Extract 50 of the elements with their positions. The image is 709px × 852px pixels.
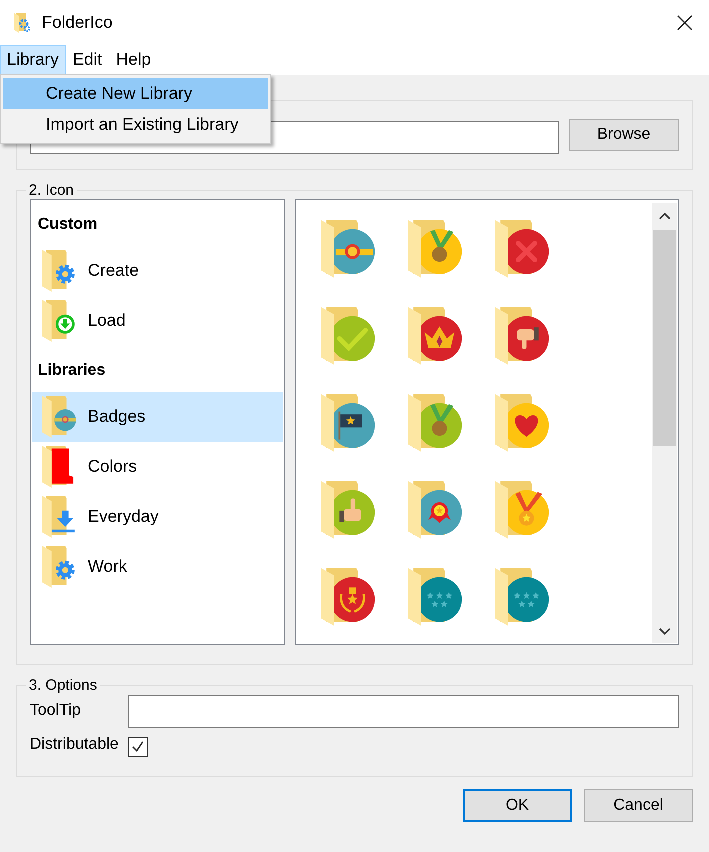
flag-folder-icon[interactable]	[321, 393, 377, 453]
group-title: 3. Options	[28, 677, 98, 694]
menu-option[interactable]: Create New Library	[3, 78, 268, 109]
medal-folder-icon[interactable]	[408, 393, 464, 453]
arrow-folder-icon	[42, 496, 78, 538]
browse-button[interactable]: Browse	[569, 119, 679, 151]
download-folder-icon	[42, 300, 78, 342]
rosette-folder-icon[interactable]	[321, 219, 377, 279]
section-header: Libraries	[37, 361, 107, 381]
thumb-up-folder-icon[interactable]	[321, 480, 377, 540]
thumb-down-folder-icon[interactable]	[495, 306, 551, 366]
menu-option[interactable]: Import an Existing Library	[3, 109, 268, 140]
heart-folder-icon[interactable]	[495, 393, 551, 453]
folder-gear-icon	[14, 12, 30, 32]
tooltip-label: ToolTip	[30, 702, 82, 720]
stars-folder-icon[interactable]	[495, 567, 551, 627]
group-title: 2. Icon	[28, 182, 76, 199]
checkbox[interactable]	[128, 737, 148, 757]
crown-folder-icon[interactable]	[408, 306, 464, 366]
check-icon	[131, 740, 145, 754]
list-item[interactable]: Badges	[32, 392, 283, 442]
star-medal-folder-icon[interactable]	[495, 480, 551, 540]
cross-folder-icon[interactable]	[495, 219, 551, 279]
laurel-folder-icon[interactable]	[321, 567, 377, 627]
dialog-button[interactable]: Cancel	[584, 789, 693, 822]
menu-item[interactable]: Help	[109, 45, 158, 75]
badge-folder-icon	[42, 396, 78, 438]
scroll-thumb[interactable]	[653, 230, 676, 446]
scroll-up-icon[interactable]	[658, 212, 670, 220]
tooltip-field[interactable]	[128, 694, 679, 728]
list-item[interactable]: Work	[32, 542, 283, 592]
list-item[interactable]: Everyday	[32, 492, 283, 542]
scroll-down-icon[interactable]	[658, 628, 670, 636]
dialog-button[interactable]: OK	[463, 789, 572, 822]
gear-folder-icon	[42, 546, 78, 588]
menu-item[interactable]: Library	[0, 45, 66, 75]
section-header: Custom	[37, 215, 99, 235]
gear-folder-icon	[42, 250, 78, 292]
close-icon[interactable]	[677, 14, 693, 30]
stars-folder-icon[interactable]	[408, 567, 464, 627]
window-title: FolderIco	[42, 12, 114, 32]
menu-item[interactable]: Edit	[66, 45, 110, 75]
check-folder-icon[interactable]	[321, 306, 377, 366]
ribbon-folder-icon[interactable]	[408, 480, 464, 540]
list-item[interactable]: Create	[32, 246, 283, 296]
checkbox-label: Distributable	[30, 736, 120, 754]
medal-folder-icon[interactable]	[408, 219, 464, 279]
list-item[interactable]: Colors	[32, 442, 283, 492]
list-item[interactable]: Load	[32, 296, 283, 346]
scrollbar[interactable]	[652, 203, 677, 643]
